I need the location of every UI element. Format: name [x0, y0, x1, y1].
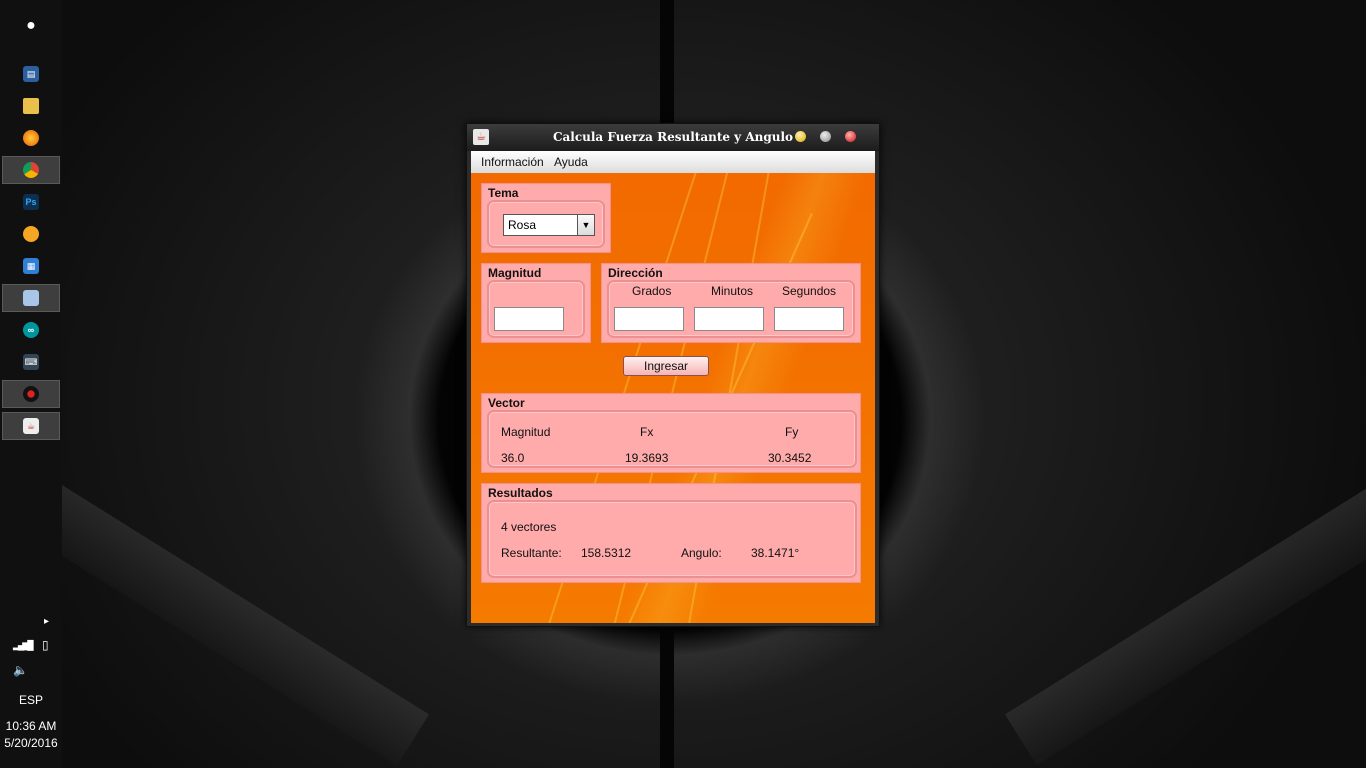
minimize-button[interactable] — [795, 131, 806, 142]
grados-label: Grados — [632, 284, 672, 298]
taskbar: ● ▤ Ps ▦ ∞ ⌨ ☕ ▸ ▂▄▆█ ▯ 🔈 ESP 10:36 AM 5… — [0, 0, 62, 768]
vector-header-fx: Fx — [640, 425, 654, 439]
language-indicator[interactable]: ESP — [0, 693, 62, 707]
vector-header-magnitud: Magnitud — [501, 425, 551, 439]
keyboard-glyph: ⌨ — [23, 354, 39, 370]
magnitud-title: Magnitud — [488, 266, 542, 280]
chrome-icon[interactable] — [2, 156, 60, 184]
arduino-glyph: ∞ — [23, 322, 39, 338]
vector-value-fy: 30.3452 — [768, 451, 812, 465]
tema-selected-value: Rosa — [508, 218, 537, 232]
fl-studio-glyph — [23, 226, 39, 242]
tema-panel: Tema Rosa ▼ — [481, 183, 611, 253]
menu-bar: Información Ayuda — [471, 151, 875, 173]
window-app-icon[interactable]: ▦ — [2, 252, 60, 280]
cube-glyph — [23, 290, 39, 306]
photoshop-icon[interactable]: Ps — [2, 188, 60, 216]
vector-value-magnitud: 36.0 — [501, 451, 525, 465]
apple-icon[interactable]: ● — [2, 12, 60, 40]
vector-count: 4 vectores — [501, 520, 557, 534]
menu-informacion[interactable]: Información — [481, 155, 544, 169]
fl-studio-icon[interactable] — [2, 220, 60, 248]
app-window: ☕ Calcula Fuerza Resultante y Angulo Inf… — [466, 123, 880, 627]
tema-select[interactable]: Rosa ▼ — [503, 214, 595, 236]
volume-icon[interactable]: 🔈 — [13, 663, 28, 677]
resultados-inner-border — [487, 500, 857, 578]
ingresar-button[interactable]: Ingresar — [623, 356, 709, 376]
chevron-down-icon[interactable]: ▼ — [577, 215, 594, 235]
arduino-icon[interactable]: ∞ — [2, 316, 60, 344]
vector-value-fx: 19.3693 — [625, 451, 669, 465]
keyboard-app-icon[interactable]: ⌨ — [2, 348, 60, 376]
resultante-label: Resultante: — [501, 546, 562, 560]
content-area: Tema Rosa ▼ Magnitud Dirección Grados Mi… — [471, 173, 875, 623]
photoshop-glyph: Ps — [23, 194, 39, 210]
monitor-glyph: ▤ — [23, 66, 39, 82]
folder-glyph — [23, 98, 39, 114]
folder-icon[interactable] — [2, 92, 60, 120]
angulo-value: 38.1471° — [751, 546, 800, 560]
magnitud-panel: Magnitud — [481, 263, 591, 343]
vector-panel: Vector Magnitud Fx Fy 36.0 19.3693 30.34… — [481, 393, 861, 473]
java-glyph: ☕ — [23, 418, 39, 434]
resultados-title: Resultados — [488, 486, 553, 500]
clock-date[interactable]: 5/20/2016 — [0, 736, 62, 750]
wallpaper-beam-left — [0, 460, 430, 766]
apple-glyph: ● — [26, 17, 36, 34]
grados-input[interactable] — [614, 307, 684, 331]
firefox-glyph — [23, 130, 39, 146]
direccion-title: Dirección — [608, 266, 663, 280]
segundos-input[interactable] — [774, 307, 844, 331]
media-app-icon[interactable] — [2, 380, 60, 408]
monitor-app-icon[interactable]: ▤ — [2, 60, 60, 88]
cube-app-icon[interactable] — [2, 284, 60, 312]
clock-time[interactable]: 10:36 AM — [0, 719, 62, 733]
angulo-label: Angulo: — [681, 546, 722, 560]
chrome-glyph — [23, 162, 39, 178]
menu-ayuda[interactable]: Ayuda — [554, 155, 588, 169]
resultados-panel: Resultados 4 vectores Resultante: 158.53… — [481, 483, 861, 583]
vector-header-fy: Fy — [785, 425, 799, 439]
window-title: Calcula Fuerza Resultante y Angulo — [552, 130, 794, 144]
segundos-label: Segundos — [782, 284, 837, 298]
window-app-glyph: ▦ — [23, 258, 39, 274]
minutos-input[interactable] — [694, 307, 764, 331]
minutos-label: Minutos — [711, 284, 754, 298]
wallpaper-beam-right — [1004, 460, 1366, 766]
media-glyph — [23, 386, 39, 402]
direccion-panel: Dirección Grados Minutos Segundos — [601, 263, 861, 343]
expand-tray-icon[interactable]: ▸ — [44, 616, 49, 627]
tema-title: Tema — [488, 186, 519, 200]
firefox-icon[interactable] — [2, 124, 60, 152]
battery-icon[interactable]: ▯ — [42, 638, 49, 652]
window-titlebar[interactable]: ☕ Calcula Fuerza Resultante y Angulo — [467, 124, 879, 151]
close-button[interactable] — [845, 131, 856, 142]
resultante-value: 158.5312 — [581, 546, 632, 560]
maximize-button[interactable] — [820, 131, 831, 142]
signal-icon[interactable]: ▂▄▆█ — [13, 640, 34, 651]
java-app-icon[interactable]: ☕ — [2, 412, 60, 440]
magnitud-input[interactable] — [494, 307, 564, 331]
vector-title: Vector — [488, 396, 525, 410]
